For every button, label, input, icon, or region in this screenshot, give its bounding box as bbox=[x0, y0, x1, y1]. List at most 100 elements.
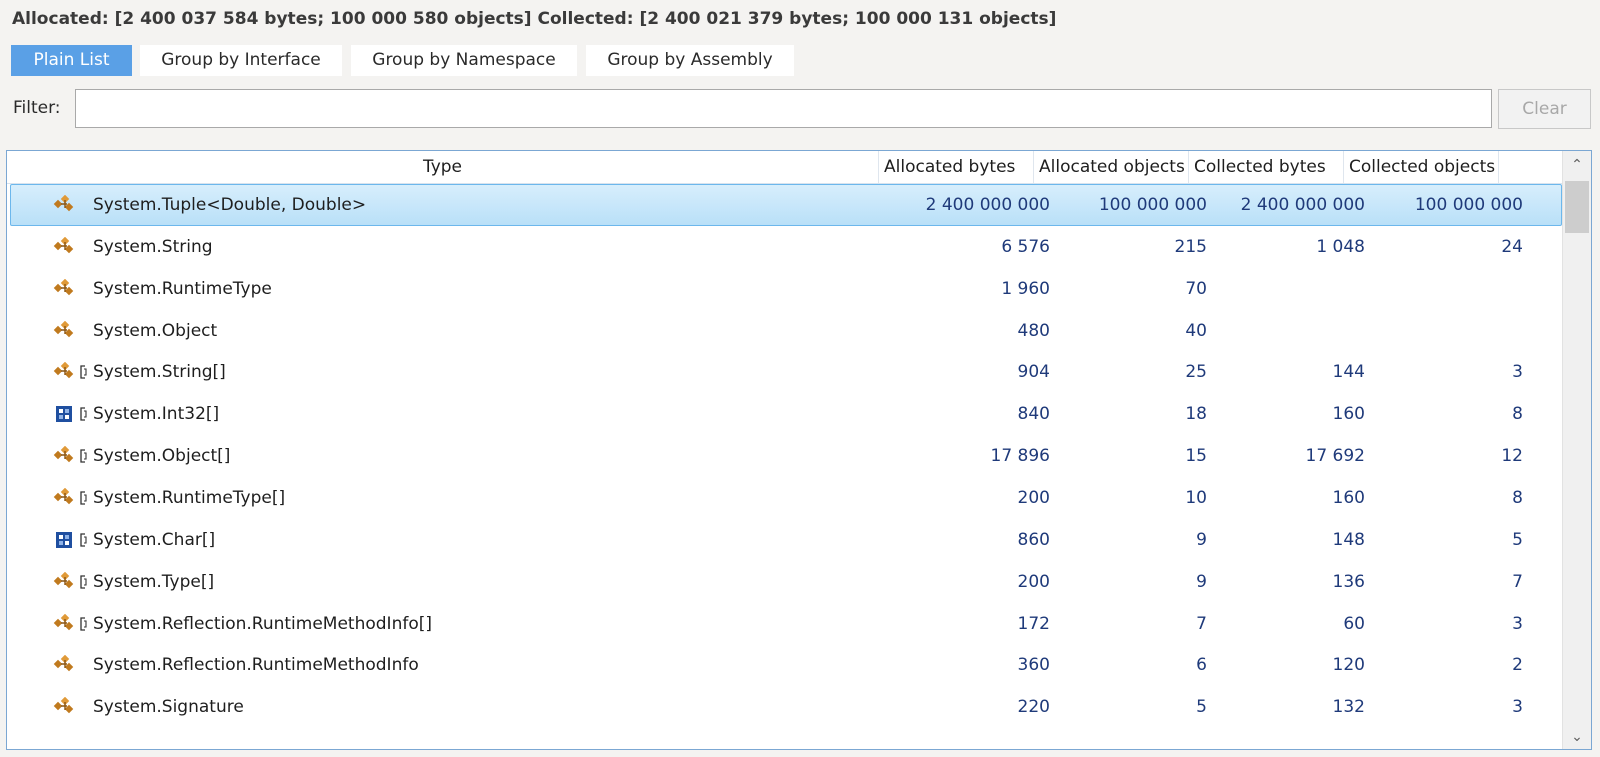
type-name: System.Reflection.RuntimeMethodInfo[] bbox=[93, 613, 432, 634]
array-icon bbox=[79, 490, 88, 505]
type-name: System.Object[] bbox=[93, 446, 231, 467]
collected-bytes: 136 bbox=[1332, 571, 1365, 592]
class-icon bbox=[53, 696, 77, 717]
allocated-bytes: 480 bbox=[1017, 320, 1050, 341]
table-row[interactable]: System.Int32[] 840 18 160 8 bbox=[7, 393, 1562, 435]
collected-bytes bbox=[1207, 268, 1365, 310]
vertical-scrollbar[interactable]: ⌃ ⌄ bbox=[1562, 151, 1591, 749]
class-icon bbox=[53, 613, 77, 634]
array-icon bbox=[79, 574, 88, 589]
scroll-down-icon[interactable]: ⌄ bbox=[1563, 725, 1591, 749]
collected-objects: 8 bbox=[1512, 404, 1523, 425]
filter-label: Filter: bbox=[13, 98, 61, 118]
allocated-objects: 5 bbox=[1196, 697, 1207, 718]
table-row[interactable]: System.Object 480 40 bbox=[7, 310, 1562, 352]
scroll-up-icon[interactable]: ⌃ bbox=[1563, 153, 1591, 177]
collected-objects: 7 bbox=[1512, 571, 1523, 592]
column-header-allocated-objects[interactable]: Allocated objects bbox=[1034, 151, 1189, 183]
collected-objects: 100 000 000 bbox=[1414, 195, 1523, 215]
allocated-objects: 6 bbox=[1196, 655, 1207, 676]
collected-objects: 8 bbox=[1512, 487, 1523, 508]
filter-input[interactable] bbox=[75, 89, 1492, 128]
class-icon bbox=[53, 487, 77, 508]
column-header-allocated-bytes[interactable]: Allocated bytes bbox=[879, 151, 1034, 183]
table-row[interactable]: System.Char[] 860 9 148 5 bbox=[7, 519, 1562, 561]
type-name: System.RuntimeType bbox=[93, 278, 272, 299]
table-row[interactable]: System.Tuple<Double, Double> 2 400 000 00… bbox=[7, 184, 1562, 226]
allocated-objects: 9 bbox=[1196, 571, 1207, 592]
type-name: System.Signature bbox=[93, 697, 244, 718]
column-header-type[interactable]: Type bbox=[7, 151, 879, 183]
table-row[interactable]: System.String[] 904 25 144 3 bbox=[7, 351, 1562, 393]
clear-button[interactable]: Clear bbox=[1498, 89, 1591, 129]
allocated-objects: 9 bbox=[1196, 529, 1207, 550]
allocation-summary: Allocated: [2 400 037 584 bytes; 100 000… bbox=[12, 9, 1057, 29]
table-row[interactable]: System.Reflection.RuntimeMethodInfo 360 6 1… bbox=[7, 644, 1562, 686]
collected-objects: 2 bbox=[1512, 655, 1523, 676]
tab-group-by-assembly[interactable]: Group by Assembly bbox=[586, 45, 794, 76]
class-icon bbox=[53, 194, 77, 215]
types-grid: Type Allocated bytes Allocated objects C… bbox=[6, 150, 1592, 750]
allocated-bytes: 360 bbox=[1017, 655, 1050, 676]
scrollbar-thumb[interactable] bbox=[1565, 181, 1589, 233]
class-icon bbox=[53, 278, 77, 299]
collected-bytes: 160 bbox=[1332, 487, 1365, 508]
type-name: System.Char[] bbox=[93, 529, 216, 550]
allocated-bytes: 200 bbox=[1017, 571, 1050, 592]
column-header-collected-objects[interactable]: Collected objects bbox=[1344, 151, 1499, 183]
table-row[interactable]: System.RuntimeType[] 200 10 160 8 bbox=[7, 477, 1562, 519]
type-name: System.Reflection.RuntimeMethodInfo bbox=[93, 655, 419, 676]
type-name: System.Int32[] bbox=[93, 404, 220, 425]
allocated-objects: 70 bbox=[1185, 278, 1207, 299]
table-row[interactable]: System.String 6 576 215 1 048 24 bbox=[7, 226, 1562, 268]
allocated-bytes: 904 bbox=[1017, 362, 1050, 383]
class-icon bbox=[53, 571, 77, 592]
allocated-bytes: 840 bbox=[1017, 404, 1050, 425]
collected-bytes: 132 bbox=[1332, 697, 1365, 718]
table-row[interactable]: System.Signature 220 5 132 3 bbox=[7, 686, 1562, 728]
table-row[interactable]: System.Type[] 200 9 136 7 bbox=[7, 561, 1562, 603]
allocated-bytes: 2 400 000 000 bbox=[925, 195, 1050, 215]
allocated-objects: 40 bbox=[1185, 320, 1207, 341]
class-icon bbox=[53, 655, 77, 675]
type-name: System.String[] bbox=[93, 362, 226, 383]
class-icon bbox=[53, 236, 77, 257]
collected-objects bbox=[1365, 268, 1523, 310]
table-row[interactable]: System.Reflection.RuntimeMethodInfo[] 172… bbox=[7, 603, 1562, 645]
type-name: System.Tuple<Double, Double> bbox=[93, 195, 367, 215]
table-row[interactable]: System.RuntimeType 1 960 70 bbox=[7, 268, 1562, 310]
array-icon bbox=[79, 616, 88, 631]
type-name: System.RuntimeType[] bbox=[93, 487, 286, 508]
tab-group-by-interface[interactable]: Group by Interface bbox=[140, 45, 342, 76]
collected-bytes: 60 bbox=[1343, 613, 1365, 634]
allocated-objects: 10 bbox=[1185, 487, 1207, 508]
collected-bytes bbox=[1207, 310, 1365, 352]
collected-bytes: 148 bbox=[1332, 529, 1365, 550]
allocated-bytes: 220 bbox=[1017, 697, 1050, 718]
type-name: System.Object bbox=[93, 320, 218, 341]
table-row[interactable]: System.Object[] 17 896 15 17 692 12 bbox=[7, 435, 1562, 477]
class-icon bbox=[53, 362, 77, 382]
array-icon bbox=[79, 406, 88, 421]
collected-objects: 3 bbox=[1512, 697, 1523, 718]
allocated-bytes: 172 bbox=[1017, 613, 1050, 634]
array-icon bbox=[79, 364, 88, 380]
tab-group-by-namespace[interactable]: Group by Namespace bbox=[351, 45, 577, 76]
collected-bytes: 160 bbox=[1332, 404, 1365, 425]
allocated-bytes: 1 960 bbox=[1001, 278, 1050, 299]
allocated-objects: 7 bbox=[1196, 613, 1207, 634]
array-icon bbox=[79, 448, 88, 463]
type-name: System.String bbox=[93, 236, 213, 257]
collected-bytes: 2 400 000 000 bbox=[1240, 195, 1365, 215]
grid-header: Type Allocated bytes Allocated objects C… bbox=[7, 151, 1562, 184]
allocated-bytes: 860 bbox=[1017, 529, 1050, 550]
collected-bytes: 17 692 bbox=[1305, 446, 1365, 467]
collected-bytes: 1 048 bbox=[1316, 236, 1365, 257]
column-header-collected-bytes[interactable]: Collected bytes bbox=[1189, 151, 1344, 183]
allocated-objects: 18 bbox=[1185, 404, 1207, 425]
allocated-objects: 25 bbox=[1185, 362, 1207, 383]
class-icon bbox=[53, 445, 77, 466]
tab-plain-list[interactable]: Plain List bbox=[11, 45, 132, 76]
class-icon bbox=[53, 320, 77, 341]
allocated-bytes: 200 bbox=[1017, 487, 1050, 508]
